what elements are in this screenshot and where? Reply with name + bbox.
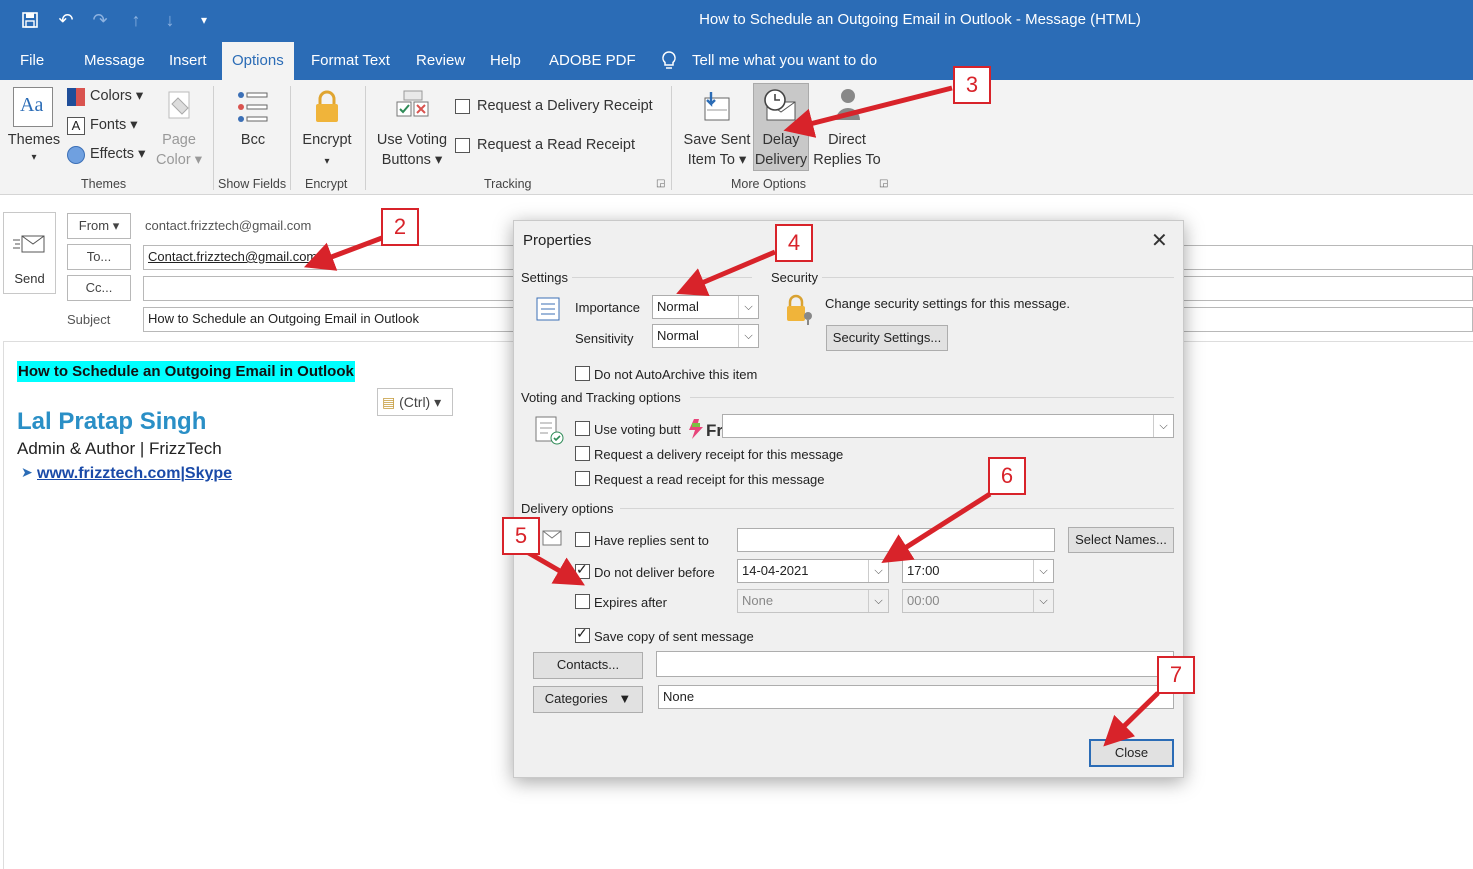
arrow-6 [881,491,992,564]
callout-2: 2 [381,208,419,246]
annotation-arrows [303,85,1160,747]
callout-3: 3 [953,66,991,104]
callout-5: 5 [502,517,540,555]
arrow-2 [303,235,383,271]
arrow-3 [783,85,953,138]
arrow-7 [1103,691,1160,747]
callout-7: 7 [1157,656,1195,694]
arrow-4 [676,249,776,296]
callout-6: 6 [988,457,1026,495]
arrow-5 [525,549,585,586]
callout-4: 4 [775,224,813,262]
